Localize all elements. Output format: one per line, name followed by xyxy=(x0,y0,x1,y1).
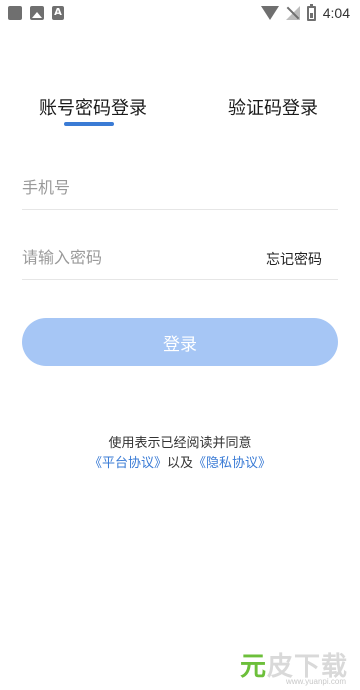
forgot-password-link[interactable]: 忘记密码 xyxy=(266,249,322,269)
agreement-links: 《平台协议》以及《隐私协议》 xyxy=(0,454,360,474)
wifi-icon xyxy=(260,6,279,20)
agreement-connector: 以及 xyxy=(166,456,193,471)
no-signal-icon xyxy=(285,6,300,20)
watermark-url: www.yuanpi.com xyxy=(285,677,346,686)
status-left-icons: A xyxy=(8,6,64,20)
status-right-icons: 4:04 xyxy=(260,3,350,21)
login-button[interactable]: 登录 xyxy=(22,318,338,366)
platform-agreement-link[interactable]: 《平台协议》 xyxy=(89,456,167,471)
image-icon xyxy=(30,6,44,20)
phone-input[interactable] xyxy=(22,166,252,208)
active-tab-indicator xyxy=(64,122,114,126)
battery-icon xyxy=(306,3,316,21)
app-icon xyxy=(8,6,22,20)
tab-password-login[interactable]: 账号密码登录 xyxy=(39,94,147,120)
tab-code-login[interactable]: 验证码登录 xyxy=(228,94,318,120)
status-bar: A 4:04 xyxy=(0,0,360,28)
phone-field xyxy=(22,166,338,210)
agreement-text: 使用表示已经阅读并同意 xyxy=(108,436,252,451)
privacy-agreement-link[interactable]: 《隐私协议》 xyxy=(193,456,271,471)
watermark: 元皮下载 www.yuanpi.com xyxy=(204,646,354,686)
login-tabs: 账号密码登录 验证码登录 xyxy=(0,94,360,130)
password-input[interactable] xyxy=(22,236,252,278)
password-field: 忘记密码 xyxy=(22,236,338,280)
status-time: 4:04 xyxy=(322,5,350,21)
a-icon: A xyxy=(52,6,64,20)
agreement-notice: 使用表示已经阅读并同意 《平台协议》以及《隐私协议》 xyxy=(0,434,360,474)
